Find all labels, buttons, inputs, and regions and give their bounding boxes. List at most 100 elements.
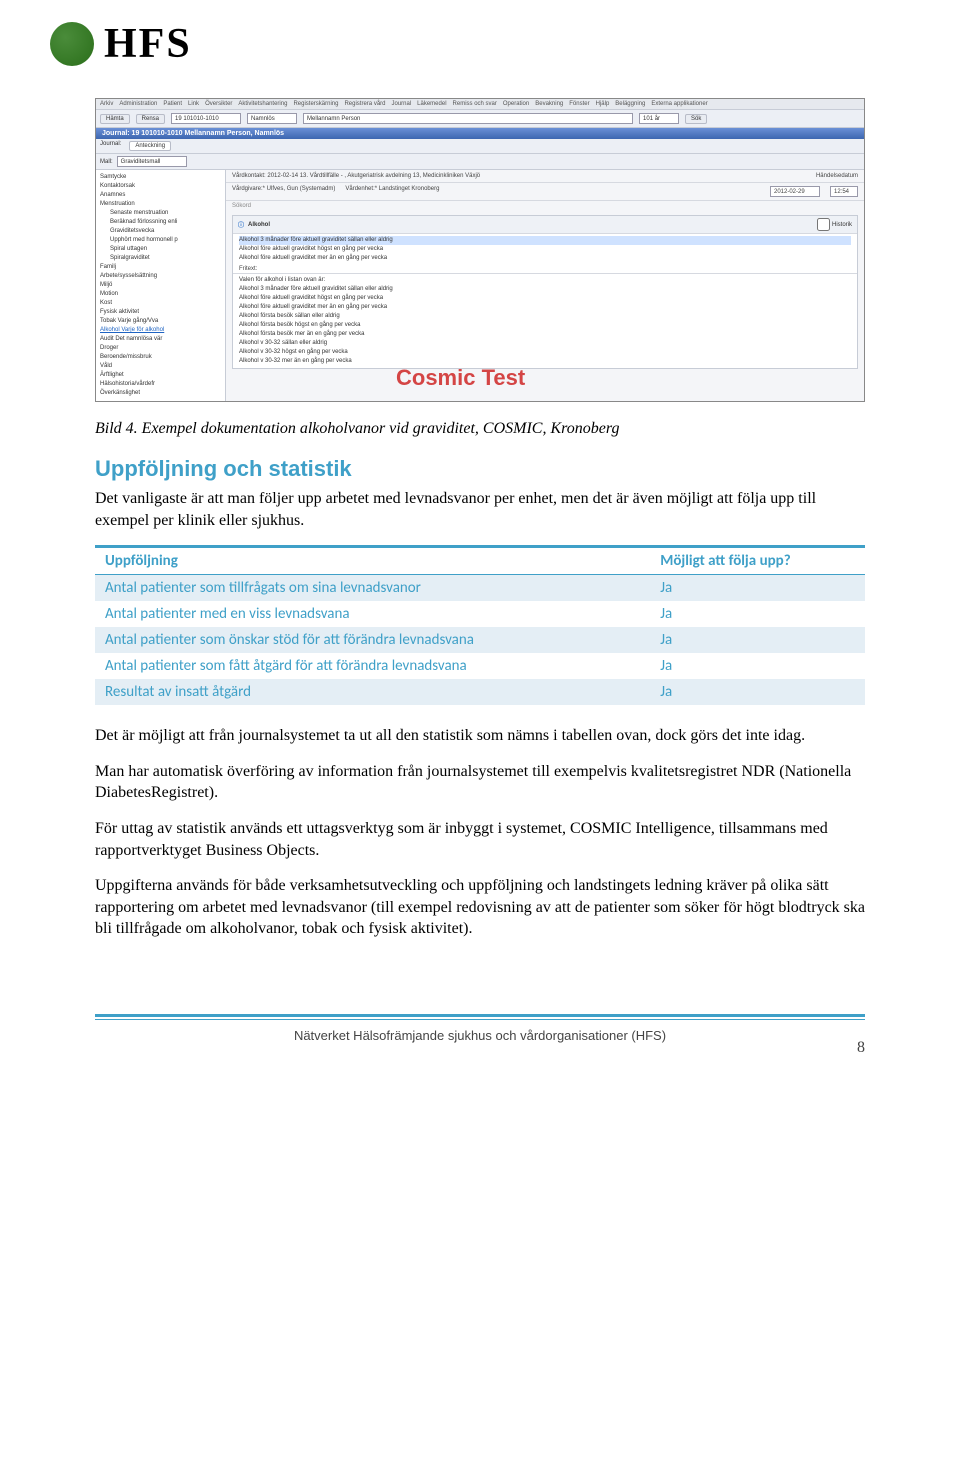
table-cell: Antal patienter som tillfrågats om sina … (95, 575, 650, 602)
list-item: Alkohol v 30-32 högst en gång per vecka (239, 348, 851, 357)
menu-item[interactable]: Översikter (205, 101, 232, 107)
tree-node[interactable]: Samtycke (100, 173, 223, 182)
journal-title-text: Journal: 19 101010-1010 Mellannamn Perso… (102, 130, 284, 137)
tree-node[interactable]: Fysisk aktivitet (100, 308, 223, 317)
provider-row: Vårdgivare:* Ulfves, Gun (Systemadm) Vår… (226, 183, 864, 201)
table-cell: Ja (650, 679, 865, 705)
mall-select[interactable]: Graviditetsmall (117, 156, 187, 167)
tree-node[interactable]: Senaste menstruation (100, 209, 223, 218)
body-paragraph-1: Det är möjligt att från journalsystemet … (95, 725, 865, 747)
tree-node[interactable]: Upphört med hormonell p (100, 236, 223, 245)
tree-node[interactable]: Menstruation (100, 200, 223, 209)
table-cell: Ja (650, 653, 865, 679)
menu-item[interactable]: Remiss och svar (453, 101, 497, 107)
menu-item[interactable]: Aktivitetshantering (238, 101, 287, 107)
table-row: Antal patienter som fått åtgärd för att … (95, 653, 865, 679)
tree-node[interactable]: Alkohol Varje för alkohol (100, 326, 223, 335)
tree-node[interactable]: Kost (100, 299, 223, 308)
list-item: Alkohol före aktuell graviditet mer än e… (239, 303, 851, 312)
menu-item[interactable]: Fönster (569, 101, 589, 107)
alkohol-panel: ⓘ Alkohol Historik Alkohol 3 månader för… (232, 215, 858, 369)
tree-node[interactable]: Anamnes (100, 191, 223, 200)
list-item: Alkohol v 30-32 mer än en gång per vecka (239, 357, 851, 366)
menu-item[interactable]: Link (188, 101, 199, 107)
sok-button[interactable]: Sök (685, 114, 707, 124)
doc-header: HFS (0, 0, 960, 68)
tree-node[interactable]: Våld (100, 362, 223, 371)
table-cell: Antal patienter som fått åtgärd för att … (95, 653, 650, 679)
menu-item[interactable]: Registerskärning (293, 101, 338, 107)
table-row: Antal patienter som tillfrågats om sina … (95, 575, 865, 602)
tree-node[interactable]: Kontaktorsak (100, 182, 223, 191)
tree-node[interactable]: Arbete/sysselsättning (100, 272, 223, 281)
tree-node[interactable]: Ärftlighet (100, 371, 223, 380)
menu-item[interactable]: Administration (119, 101, 157, 107)
alkohol-panel-head: ⓘ Alkohol Historik (233, 216, 857, 234)
keyword-tree[interactable]: SamtyckeKontaktorsakAnamnesMenstruationS… (96, 170, 226, 401)
intro-paragraph: Det vanligaste är att man följer upp arb… (95, 488, 865, 531)
table-row: Antal patienter som önskar stöd för att … (95, 627, 865, 653)
tree-node[interactable]: Beräknad förlossning enli (100, 218, 223, 227)
panel-title: Alkohol (248, 222, 270, 228)
list-item[interactable]: Alkohol 3 månader före aktuell gravidite… (239, 236, 851, 245)
historik-checkbox[interactable] (817, 218, 830, 231)
patient-id-input[interactable]: 19 101010-1010 (171, 113, 241, 124)
alkohol-list-top[interactable]: Alkohol 3 månader före aktuell gravidite… (233, 234, 857, 265)
tree-node[interactable]: Motion (100, 290, 223, 299)
logo-text: HFS (104, 20, 192, 68)
rensa-button[interactable]: Rensa (136, 114, 165, 124)
tree-node[interactable]: Familj (100, 263, 223, 272)
tree-node[interactable]: Graviditetsvecka (100, 227, 223, 236)
body-paragraph-3: För uttag av statistik används ett uttag… (95, 818, 865, 861)
list-item[interactable]: Alkohol före aktuell graviditet högst en… (239, 245, 851, 254)
list-item[interactable]: Alkohol före aktuell graviditet mer än e… (239, 254, 851, 263)
tree-node[interactable]: Hälsohistoria/vårdefr (100, 380, 223, 389)
tree-node[interactable]: Droger (100, 344, 223, 353)
tree-node[interactable]: Audit Det namnlösa vär (100, 335, 223, 344)
caption-text: Exempel dokumentation alkoholvanor vid g… (142, 420, 620, 437)
table-cell: Antal patienter som önskar stöd för att … (95, 627, 650, 653)
tree-node[interactable]: Tobak Varje gång/Vva (100, 317, 223, 326)
table-cell: Ja (650, 627, 865, 653)
age-display: 101 år (639, 113, 679, 124)
table-head-2: Möjligt att följa upp? (650, 547, 865, 575)
menu-item[interactable]: Externa applikationer (651, 101, 707, 107)
list-item: Alkohol v 30-32 sällan eller aldrig (239, 339, 851, 348)
app-toolbar: Hämta Rensa 19 101010-1010 Namnlös Mella… (96, 110, 864, 128)
mellannamn-input[interactable]: Mellannamn Person (303, 113, 633, 124)
menu-item[interactable]: Bevakning (535, 101, 563, 107)
tree-node[interactable]: Beroende/missbruk (100, 353, 223, 362)
tree-node[interactable]: Överkänslighet (100, 389, 223, 398)
tree-node[interactable]: Spiralgraviditet (100, 254, 223, 263)
menu-item[interactable]: Operation (503, 101, 529, 107)
footer-text: Nätverket Hälsofrämjande sjukhus och vår… (294, 1028, 666, 1043)
menu-item[interactable]: Hjälp (596, 101, 610, 107)
tab-anteckning[interactable]: Anteckning (129, 141, 171, 151)
sokord-label: Sökord (226, 201, 864, 211)
hamta-button[interactable]: Hämta (100, 114, 130, 124)
date-input[interactable]: 2012-02-29 (770, 186, 820, 197)
tree-node[interactable]: Spiral uttagen (100, 245, 223, 254)
vardgivare-text: Vårdgivare:* Ulfves, Gun (Systemadm) (232, 186, 335, 197)
table-cell: Ja (650, 575, 865, 602)
time-input[interactable]: 12:54 (830, 186, 858, 197)
list-item: Alkohol första besök högst en gång per v… (239, 321, 851, 330)
menu-item[interactable]: Registrera vård (344, 101, 385, 107)
embedded-screenshot: Arkiv Administration Patient Link Översikter… (95, 98, 865, 402)
body-paragraph-2: Man har automatisk överföring av informa… (95, 761, 865, 804)
list-item: Alkohol första besök mer än en gång per … (239, 330, 851, 339)
fritext-box[interactable]: Valen för alkohol i listan ovan är: Alko… (233, 273, 857, 368)
menu-item[interactable]: Arkiv (100, 101, 113, 107)
list-item: Alkohol före aktuell graviditet högst en… (239, 294, 851, 303)
table-cell: Ja (650, 601, 865, 627)
info-icon: ⓘ (238, 220, 244, 229)
menu-item[interactable]: Patient (163, 101, 182, 107)
body-paragraph-4: Uppgifterna används för både verksamhets… (95, 875, 865, 940)
menu-item[interactable]: Journal (391, 101, 411, 107)
tree-node[interactable]: Miljö (100, 281, 223, 290)
footer-divider (95, 1014, 865, 1020)
namn-input[interactable]: Namnlös (247, 113, 297, 124)
menu-item[interactable]: Läkemedel (417, 101, 446, 107)
menu-item[interactable]: Beläggning (615, 101, 645, 107)
main-panel: Vårdkontakt: 2012-02-14 13. Vårdtillfäll… (226, 170, 864, 401)
